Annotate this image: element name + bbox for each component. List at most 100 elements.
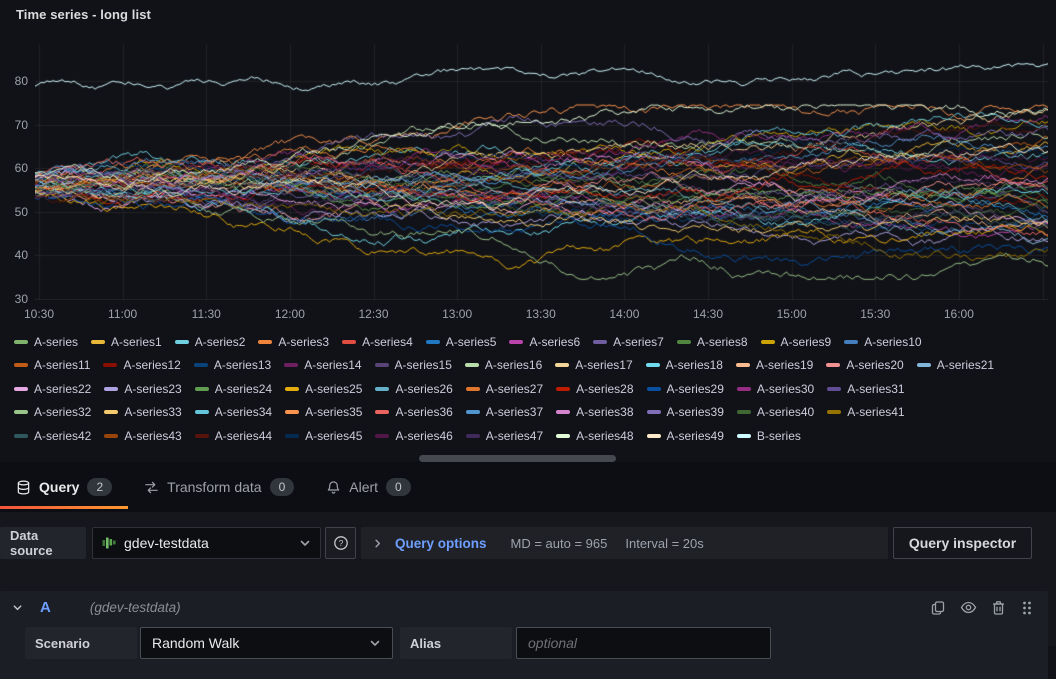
legend-item-A-series15[interactable]: A-series15 [375, 358, 452, 372]
series-name: A-series43 [124, 429, 181, 443]
legend-item-A-series25[interactable]: A-series25 [285, 382, 362, 396]
series-name: A-series6 [529, 335, 580, 349]
legend-item-A-series3[interactable]: A-series3 [258, 335, 329, 349]
legend-item-A-series18[interactable]: A-series18 [646, 358, 723, 372]
tab-query[interactable]: Query2 [0, 462, 128, 512]
legend-item-A-series10[interactable]: A-series10 [844, 335, 921, 349]
legend-item-A-series2[interactable]: A-series2 [175, 335, 246, 349]
duplicate-query-icon[interactable] [930, 600, 946, 616]
legend-item-A-series27[interactable]: A-series27 [466, 382, 543, 396]
series-name: A-series32 [34, 405, 91, 419]
legend-item-A-series38[interactable]: A-series38 [556, 405, 633, 419]
series-color-swatch [14, 387, 28, 391]
series-color-swatch [737, 434, 751, 438]
drag-handle-grip-icon[interactable] [1020, 600, 1034, 616]
legend-item-A-series36[interactable]: A-series36 [375, 405, 452, 419]
tab-transform-data[interactable]: Transform data0 [128, 462, 310, 512]
series-name: A-series42 [34, 429, 91, 443]
legend-item-A-series14[interactable]: A-series14 [284, 358, 361, 372]
series-name: A-series37 [486, 405, 543, 419]
legend-item-A-series30[interactable]: A-series30 [737, 382, 814, 396]
legend-item-A-series32[interactable]: A-series32 [14, 405, 91, 419]
series-color-swatch [556, 387, 570, 391]
legend-item-A-series26[interactable]: A-series26 [375, 382, 452, 396]
legend-item-A-series13[interactable]: A-series13 [194, 358, 271, 372]
legend-item-A-series24[interactable]: A-series24 [195, 382, 272, 396]
x-axis-tick: 13:00 [442, 307, 472, 321]
legend-item-A-series37[interactable]: A-series37 [466, 405, 543, 419]
series-name: A-series5 [446, 335, 497, 349]
legend-item-A-series[interactable]: A-series [14, 335, 78, 349]
series-name: A-series19 [756, 358, 813, 372]
legend-item-A-series9[interactable]: A-series9 [761, 335, 832, 349]
legend-item-A-series22[interactable]: A-series22 [14, 382, 91, 396]
datasource-picker[interactable]: gdev-testdata [92, 527, 321, 559]
series-name: A-series1 [111, 335, 162, 349]
x-axis-tick: 13:30 [526, 307, 556, 321]
svg-text:?: ? [338, 538, 343, 548]
legend-item-A-series29[interactable]: A-series29 [647, 382, 724, 396]
chart-plot-area[interactable] [35, 44, 1048, 300]
tab-alert[interactable]: Alert0 [310, 462, 426, 512]
collapse-chevron-icon[interactable] [12, 602, 23, 613]
legend-item-A-series42[interactable]: A-series42 [14, 429, 91, 443]
alias-placeholder: optional [528, 635, 577, 651]
interval-summary: Interval = 20s [625, 536, 703, 551]
legend-item-A-series28[interactable]: A-series28 [556, 382, 633, 396]
legend-item-A-series45[interactable]: A-series45 [285, 429, 362, 443]
legend-item-A-series1[interactable]: A-series1 [91, 335, 162, 349]
legend-item-B-series[interactable]: B-series [737, 429, 801, 443]
chevron-down-icon [369, 637, 381, 649]
alias-input[interactable]: optional [516, 627, 771, 659]
query-inspector-button[interactable]: Query inspector [893, 527, 1032, 559]
delete-query-trash-icon[interactable] [991, 600, 1006, 616]
legend-item-A-series17[interactable]: A-series17 [555, 358, 632, 372]
chevron-down-icon [299, 537, 311, 549]
scenario-select[interactable]: Random Walk [140, 627, 393, 659]
legend-item-A-series6[interactable]: A-series6 [509, 335, 580, 349]
legend-item-A-series40[interactable]: A-series40 [737, 405, 814, 419]
legend-item-A-series12[interactable]: A-series12 [103, 358, 180, 372]
datasource-help-button[interactable]: ? [325, 527, 356, 559]
legend-item-A-series33[interactable]: A-series33 [104, 405, 181, 419]
legend-item-A-series49[interactable]: A-series49 [647, 429, 724, 443]
legend-item-A-series4[interactable]: A-series4 [342, 335, 413, 349]
legend-item-A-series34[interactable]: A-series34 [195, 405, 272, 419]
legend-item-A-series43[interactable]: A-series43 [104, 429, 181, 443]
series-color-swatch [761, 340, 775, 344]
panel-scrollbar-thumb[interactable] [419, 455, 616, 462]
series-color-swatch [647, 387, 661, 391]
query-options-toggle[interactable]: Query options MD = auto = 965 Interval =… [361, 527, 888, 559]
series-name: A-series35 [305, 405, 362, 419]
legend-item-A-series44[interactable]: A-series44 [195, 429, 272, 443]
series-name: A-series34 [215, 405, 272, 419]
chevron-right-icon [372, 538, 383, 549]
series-name: A-series21 [937, 358, 994, 372]
legend-item-A-series31[interactable]: A-series31 [827, 382, 904, 396]
query-row-header[interactable]: A (gdev-testdata) [0, 591, 1048, 624]
legend-item-A-series8[interactable]: A-series8 [677, 335, 748, 349]
legend-item-A-series5[interactable]: A-series5 [426, 335, 497, 349]
series-color-swatch [466, 410, 480, 414]
tab-count-badge: 0 [270, 478, 295, 496]
legend-item-A-series39[interactable]: A-series39 [647, 405, 724, 419]
legend-item-A-series20[interactable]: A-series20 [826, 358, 903, 372]
legend-item-A-series16[interactable]: A-series16 [465, 358, 542, 372]
legend-item-A-series46[interactable]: A-series46 [375, 429, 452, 443]
hide-response-eye-icon[interactable] [960, 599, 977, 616]
timeseries-canvas[interactable] [35, 44, 1048, 300]
legend-item-A-series35[interactable]: A-series35 [285, 405, 362, 419]
legend-item-A-series19[interactable]: A-series19 [736, 358, 813, 372]
series-color-swatch [104, 387, 118, 391]
legend-item-A-series47[interactable]: A-series47 [466, 429, 543, 443]
legend-item-A-series41[interactable]: A-series41 [827, 405, 904, 419]
series-color-swatch [285, 387, 299, 391]
series-name: A-series46 [395, 429, 452, 443]
legend-item-A-series21[interactable]: A-series21 [917, 358, 994, 372]
legend-item-A-series7[interactable]: A-series7 [593, 335, 664, 349]
max-data-points-summary: MD = auto = 965 [511, 536, 608, 551]
legend-item-A-series48[interactable]: A-series48 [556, 429, 633, 443]
series-color-swatch [14, 410, 28, 414]
legend-item-A-series11[interactable]: A-series11 [14, 358, 90, 372]
legend-item-A-series23[interactable]: A-series23 [104, 382, 181, 396]
